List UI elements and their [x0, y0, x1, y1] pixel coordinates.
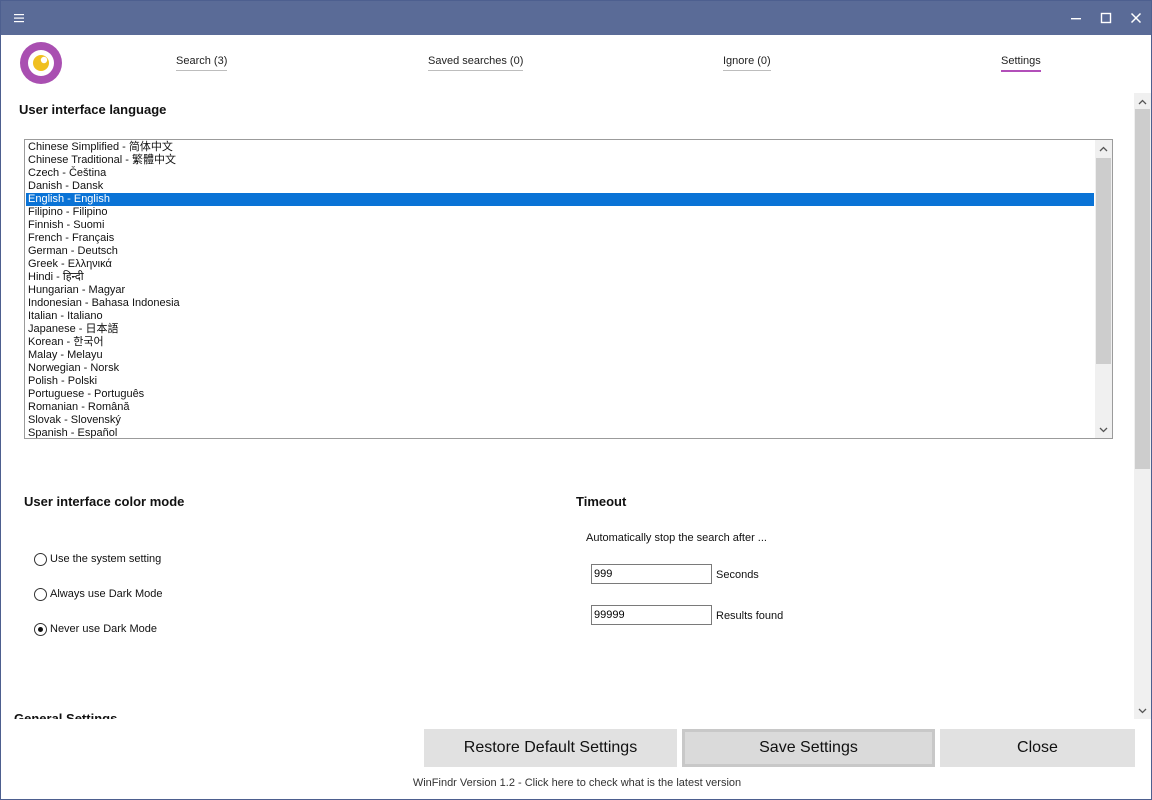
- list-item[interactable]: German - Deutsch: [26, 245, 1094, 258]
- list-item[interactable]: Czech - Čeština: [26, 167, 1094, 180]
- results-input[interactable]: [591, 605, 712, 625]
- list-item[interactable]: Italian - Italiano: [26, 310, 1094, 323]
- language-listbox[interactable]: Chinese Simplified - 简体中文 Chinese Tradit…: [24, 139, 1113, 439]
- radio-button[interactable]: [34, 552, 47, 566]
- list-item[interactable]: Slovak - Slovenský: [26, 414, 1094, 427]
- list-item[interactable]: Chinese Simplified - 简体中文: [26, 141, 1094, 154]
- list-item[interactable]: Japanese - 日本語: [26, 323, 1094, 336]
- list-item[interactable]: Polish - Polski: [26, 375, 1094, 388]
- radio-label: Always use Dark Mode: [50, 588, 163, 600]
- list-item[interactable]: French - Français: [26, 232, 1094, 245]
- close-button[interactable]: Close: [940, 729, 1135, 767]
- list-item[interactable]: Hungarian - Magyar: [26, 284, 1094, 297]
- seconds-input[interactable]: [591, 564, 712, 584]
- chevron-up-icon[interactable]: [1134, 93, 1151, 110]
- tab-search[interactable]: Search (3): [176, 55, 228, 71]
- list-item[interactable]: Malay - Melayu: [26, 349, 1094, 362]
- page-scrollbar[interactable]: [1134, 93, 1151, 719]
- restore-defaults-button[interactable]: Restore Default Settings: [424, 729, 677, 767]
- maximize-icon[interactable]: [1091, 1, 1121, 35]
- language-section-title: User interface language: [19, 102, 167, 117]
- radio-system-setting[interactable]: Use the system setting: [34, 551, 161, 567]
- radio-button-checked[interactable]: [34, 622, 47, 636]
- list-item[interactable]: Portuguese - Português: [26, 388, 1094, 401]
- list-item-selected[interactable]: English - English: [26, 193, 1094, 206]
- list-item[interactable]: Indonesian - Bahasa Indonesia: [26, 297, 1094, 310]
- seconds-label: Seconds: [716, 569, 759, 581]
- radio-always-dark[interactable]: Always use Dark Mode: [34, 586, 163, 602]
- menu-icon[interactable]: [5, 1, 35, 35]
- app-window: Search (3) Saved searches (0) Ignore (0)…: [0, 0, 1152, 800]
- language-list-scrollbar[interactable]: [1095, 140, 1112, 438]
- timeout-title: Timeout: [576, 494, 627, 509]
- list-item[interactable]: Greek - Ελληνικά: [26, 258, 1094, 271]
- chevron-up-icon[interactable]: [1095, 140, 1112, 157]
- list-item[interactable]: Spanish - Español: [26, 427, 1094, 438]
- list-item[interactable]: Finnish - Suomi: [26, 219, 1094, 232]
- list-item[interactable]: Chinese Traditional - 繁體中文: [26, 154, 1094, 167]
- save-settings-button[interactable]: Save Settings: [682, 729, 935, 767]
- general-settings-title: General Settings: [14, 711, 118, 719]
- close-icon[interactable]: [1121, 1, 1151, 35]
- tab-ignore[interactable]: Ignore (0): [723, 55, 771, 71]
- list-item[interactable]: Romanian - Română: [26, 401, 1094, 414]
- tab-settings[interactable]: Settings: [1001, 55, 1041, 72]
- radio-label: Never use Dark Mode: [50, 623, 157, 635]
- app-logo-icon: [19, 41, 63, 85]
- list-item[interactable]: Korean - 한국어: [26, 336, 1094, 349]
- tab-saved-searches[interactable]: Saved searches (0): [428, 55, 524, 71]
- list-item[interactable]: Norwegian - Norsk: [26, 362, 1094, 375]
- results-label: Results found: [716, 610, 784, 622]
- color-mode-title: User interface color mode: [24, 494, 185, 509]
- radio-label: Use the system setting: [50, 553, 162, 565]
- minimize-icon[interactable]: [1061, 1, 1091, 35]
- title-bar: [1, 1, 1151, 35]
- chevron-down-icon[interactable]: [1095, 421, 1112, 438]
- radio-button[interactable]: [34, 587, 47, 601]
- version-link[interactable]: WinFindr Version 1.2 - Click here to che…: [1, 777, 1152, 789]
- list-item[interactable]: Danish - Dansk: [26, 180, 1094, 193]
- list-item[interactable]: Filipino - Filipino: [26, 206, 1094, 219]
- scrollbar-thumb[interactable]: [1135, 109, 1150, 469]
- settings-panel: User interface language Chinese Simplifi…: [1, 93, 1133, 719]
- scrollbar-thumb[interactable]: [1096, 158, 1111, 364]
- radio-never-dark[interactable]: Never use Dark Mode: [34, 621, 157, 637]
- chevron-down-icon[interactable]: [1134, 702, 1151, 719]
- timeout-description: Automatically stop the search after ...: [586, 532, 767, 544]
- list-item[interactable]: Hindi - हिन्दी: [26, 271, 1094, 284]
